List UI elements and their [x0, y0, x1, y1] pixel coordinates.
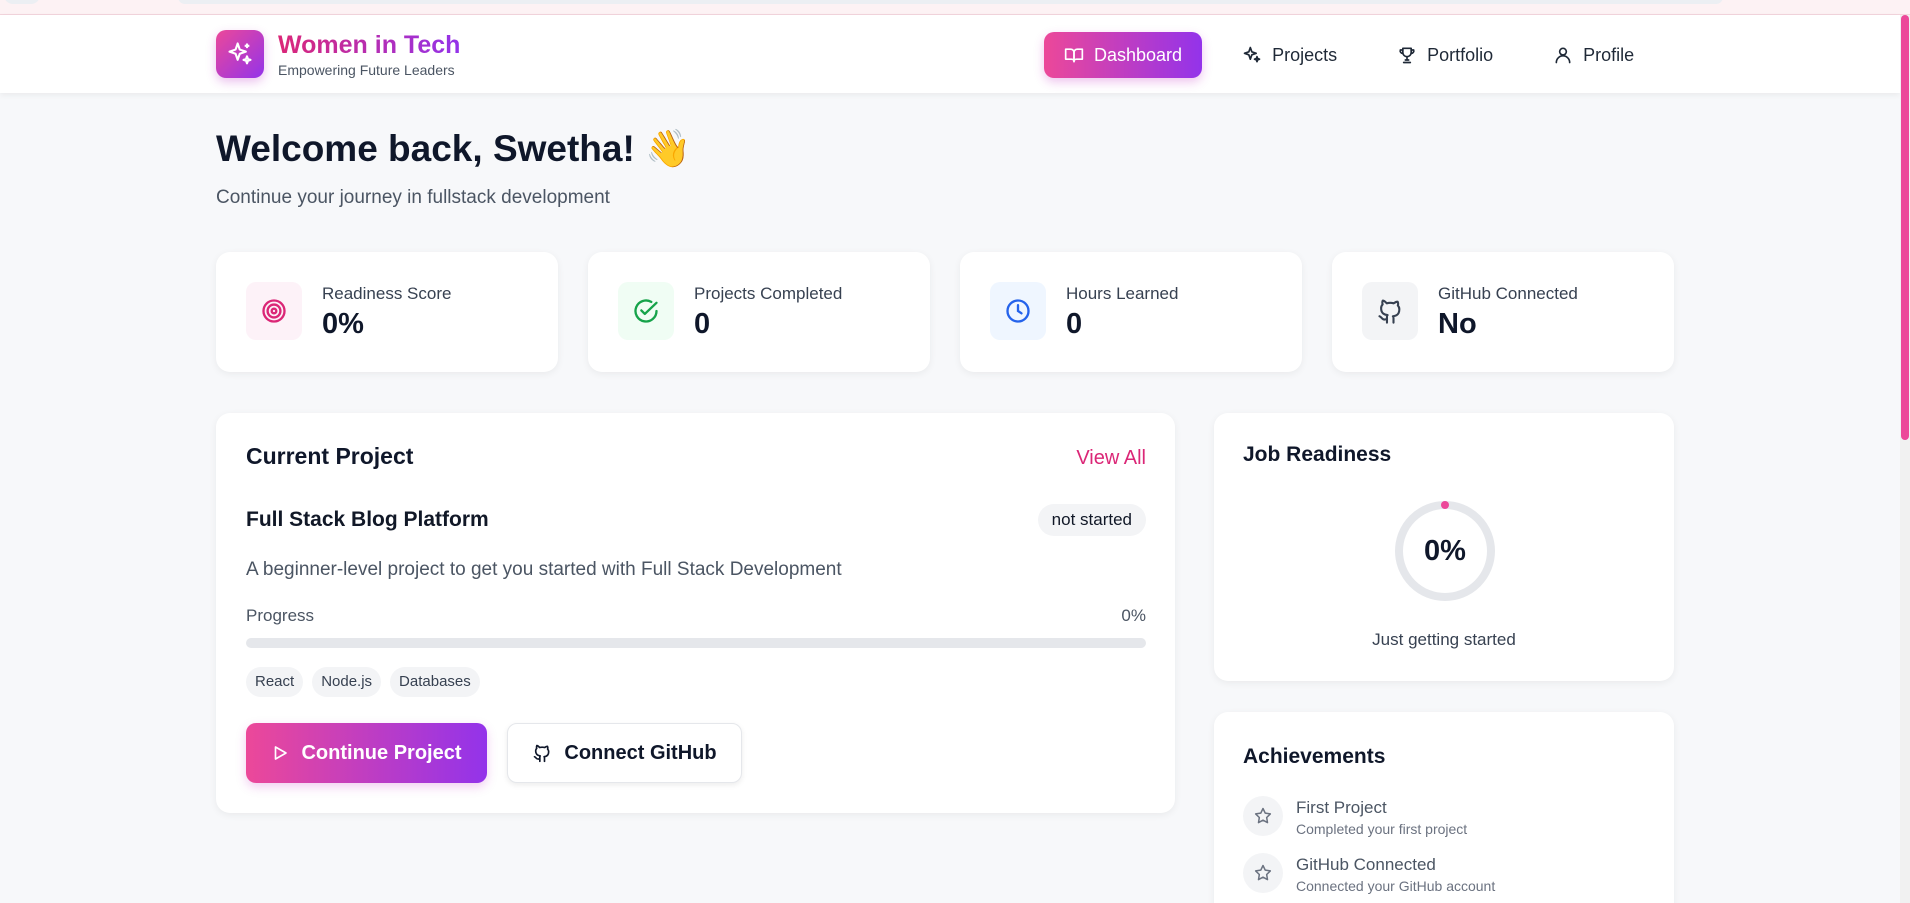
trophy-icon — [1399, 47, 1415, 64]
continue-project-button[interactable]: Continue Project — [246, 723, 487, 783]
user-icon — [1555, 47, 1571, 64]
star-icon — [1243, 853, 1283, 893]
tech-tags: React Node.js Databases — [246, 667, 489, 697]
stat-card-readiness: Readiness Score 0% — [216, 252, 558, 372]
github-icon — [534, 744, 550, 763]
stat-value: No — [1438, 308, 1477, 340]
project-name: Full Stack Blog Platform — [246, 508, 489, 531]
stat-label: GitHub Connected — [1438, 284, 1578, 303]
main-nav: Dashboard Projects Portfolio Profile — [1044, 32, 1674, 78]
achievements-card: Achievements First Project Completed you… — [1214, 712, 1674, 903]
stat-value: 0 — [1066, 308, 1083, 340]
sparkles-logo-icon — [216, 30, 264, 78]
browser-address-bar[interactable] — [178, 0, 1723, 4]
browser-button[interactable] — [4, 0, 40, 4]
browser-top-strip — [0, 0, 1910, 15]
stat-label: Readiness Score — [322, 284, 452, 303]
achievement-title: First Project — [1296, 798, 1387, 817]
brand[interactable]: Women in Tech Empowering Future Leaders — [216, 30, 460, 78]
page-scrollbar[interactable] — [1900, 15, 1910, 903]
progress-label: Progress — [246, 606, 315, 625]
book-open-icon — [1064, 48, 1084, 63]
progress-percent: 0% — [1121, 606, 1146, 625]
tag: Databases — [390, 667, 480, 697]
play-icon — [275, 746, 288, 760]
connect-github-label: Connect GitHub — [564, 741, 717, 764]
app-header: Women in Tech Empowering Future Leaders … — [0, 15, 1900, 93]
stat-value: 0 — [694, 308, 711, 340]
stat-card-github: GitHub Connected No — [1332, 252, 1674, 372]
github-icon — [1362, 282, 1418, 340]
achievements-title: Achievements — [1243, 745, 1386, 768]
nav-profile-label: Profile — [1583, 44, 1635, 65]
stat-value: 0% — [322, 308, 364, 340]
tag: Node.js — [312, 667, 382, 697]
clock-icon — [990, 282, 1046, 340]
job-readiness-title: Job Readiness — [1243, 443, 1392, 466]
nav-portfolio-label: Portfolio — [1427, 44, 1494, 65]
nav-dashboard-label: Dashboard — [1094, 44, 1183, 65]
achievement-description: Completed your first project — [1296, 821, 1468, 837]
progress-bar — [246, 638, 1146, 648]
nav-projects-label: Projects — [1272, 44, 1338, 65]
achievement-item: First Project Completed your first proje… — [1243, 796, 1467, 837]
sparkles-icon — [1243, 46, 1261, 63]
view-all-link[interactable]: View All — [1076, 447, 1146, 470]
stat-label: Projects Completed — [694, 284, 843, 303]
stat-card-projects: Projects Completed 0 — [588, 252, 930, 372]
current-project-card: Current Project View All Full Stack Blog… — [216, 413, 1175, 813]
welcome-title: Welcome back, Swetha! 👋 — [216, 128, 692, 169]
nav-dashboard[interactable]: Dashboard — [1044, 32, 1203, 78]
status-badge: not started — [1037, 504, 1146, 536]
brand-title: Women in Tech — [278, 31, 461, 59]
nav-profile[interactable]: Profile — [1533, 32, 1654, 78]
brand-subtitle: Empowering Future Leaders — [278, 62, 455, 78]
check-circle-icon — [618, 282, 674, 340]
stat-card-hours: Hours Learned 0 — [960, 252, 1302, 372]
readiness-status: Just getting started — [1372, 630, 1516, 649]
stat-label: Hours Learned — [1066, 284, 1179, 303]
job-readiness-card: Job Readiness 0% Just getting started — [1214, 413, 1674, 681]
readiness-value: 0% — [1424, 535, 1466, 567]
scrollbar-thumb[interactable] — [1901, 15, 1909, 440]
nav-portfolio[interactable]: Portfolio — [1377, 32, 1513, 78]
achievement-description: Connected your GitHub account — [1296, 878, 1496, 894]
nav-projects[interactable]: Projects — [1222, 32, 1357, 78]
target-icon — [246, 282, 302, 340]
tag: React — [246, 667, 304, 697]
achievement-title: GitHub Connected — [1296, 855, 1436, 874]
current-project-title: Current Project — [246, 443, 414, 469]
achievement-item: GitHub Connected Connected your GitHub a… — [1243, 853, 1495, 894]
connect-github-button[interactable]: Connect GitHub — [507, 723, 742, 783]
continue-project-label: Continue Project — [301, 741, 462, 764]
star-icon — [1243, 796, 1283, 836]
welcome-subtitle: Continue your journey in fullstack devel… — [216, 187, 610, 208]
project-description: A beginner-level project to get you star… — [246, 559, 842, 580]
